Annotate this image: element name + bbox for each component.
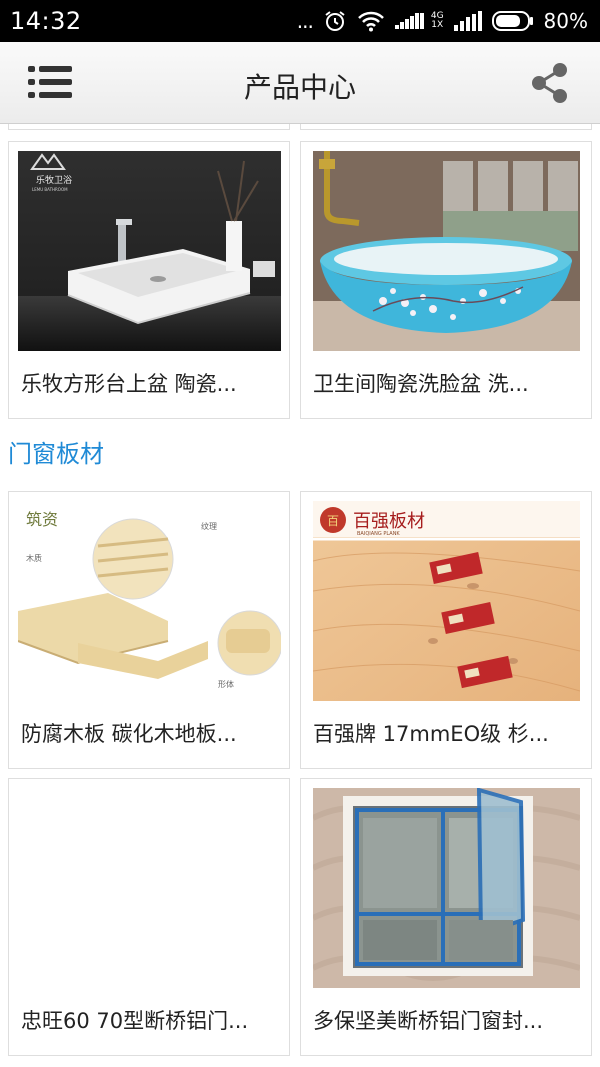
section-title[interactable]: 门窗板材 bbox=[8, 434, 104, 469]
svg-text:百: 百 bbox=[327, 514, 339, 528]
product-name[interactable]: 乐牧方形台上盆 陶瓷... bbox=[9, 368, 289, 398]
product-image[interactable]: 筑资 纹理 木质 形体 bbox=[18, 501, 281, 701]
product-image-placeholder[interactable] bbox=[18, 788, 281, 988]
brand-logo: 筑资 bbox=[26, 510, 58, 529]
card-partial[interactable] bbox=[8, 124, 290, 130]
product-list[interactable]: 乐牧卫浴 LEMU BATHROOM 乐牧方形台上盆 陶瓷... 卫生间陶瓷洗脸… bbox=[0, 124, 600, 1067]
brand-logo: 百强板材 bbox=[353, 511, 425, 532]
wifi-icon bbox=[357, 10, 385, 32]
product-name[interactable]: 忠旺60 70型断桥铝门... bbox=[9, 1005, 289, 1035]
product-image[interactable]: 乐牧卫浴 LEMU BATHROOM bbox=[18, 151, 281, 351]
brand-logo: 乐牧卫浴 bbox=[36, 174, 72, 186]
alarm-icon bbox=[323, 9, 347, 33]
battery-percent: 80% bbox=[543, 9, 588, 33]
brand-sub: BAIQIANG PLANK bbox=[357, 531, 400, 537]
status-icons: ... 4G 1X 80% bbox=[297, 0, 588, 42]
product-card[interactable]: 卫生间陶瓷洗脸盆 洗... bbox=[300, 141, 592, 419]
product-name[interactable]: 卫生间陶瓷洗脸盆 洗... bbox=[301, 368, 591, 398]
product-card[interactable]: 筑资 纹理 木质 形体 防腐木板 碳化木地板... bbox=[8, 491, 290, 769]
product-image[interactable] bbox=[313, 151, 580, 351]
label-material: 木质 bbox=[26, 553, 42, 563]
label-texture: 纹理 bbox=[201, 521, 217, 531]
product-image[interactable]: 百 百强板材 BAIQIANG PLANK bbox=[313, 501, 580, 701]
product-image[interactable] bbox=[313, 788, 580, 988]
network-type: 4G 1X bbox=[430, 11, 444, 30]
label-shape: 形体 bbox=[218, 679, 234, 689]
brand-sub: LEMU BATHROOM bbox=[32, 187, 68, 192]
notification-dots: ... bbox=[296, 9, 314, 33]
product-name[interactable]: 多保坚美断桥铝门窗封... bbox=[301, 1005, 591, 1035]
app-header: 产品中心 bbox=[0, 42, 600, 124]
battery-icon bbox=[491, 11, 534, 31]
card-partial[interactable] bbox=[300, 124, 592, 130]
share-icon[interactable] bbox=[530, 62, 570, 104]
product-card[interactable]: 乐牧卫浴 LEMU BATHROOM 乐牧方形台上盆 陶瓷... bbox=[8, 141, 290, 419]
status-bar: 14:32 ... 4G 1X 80% bbox=[0, 0, 600, 42]
product-name[interactable]: 防腐木板 碳化木地板... bbox=[9, 718, 289, 748]
page-title: 产品中心 bbox=[243, 71, 356, 104]
product-card[interactable]: 多保坚美断桥铝门窗封... bbox=[300, 778, 592, 1056]
product-card[interactable]: 忠旺60 70型断桥铝门... bbox=[8, 778, 290, 1056]
product-name[interactable]: 百强牌 17mmEO级 杉... bbox=[301, 718, 591, 748]
signal-icon bbox=[453, 11, 482, 31]
product-card[interactable]: 百 百强板材 BAIQIANG PLANK 百强牌 17mmEO级 杉... bbox=[300, 491, 592, 769]
signal-dots-icon bbox=[394, 11, 425, 31]
status-time: 14:32 bbox=[10, 7, 82, 35]
